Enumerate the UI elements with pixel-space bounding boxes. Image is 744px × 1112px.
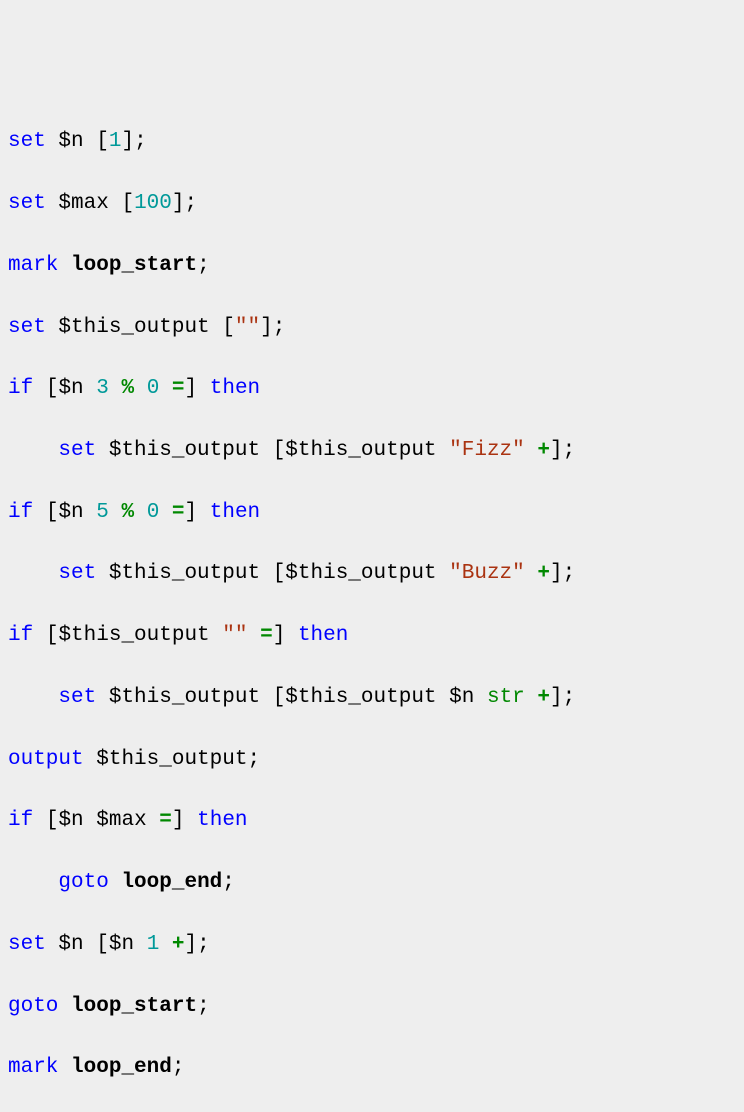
- code-line-6: set $this_output [$this_output "Fizz" +]…: [8, 436, 736, 467]
- keyword-goto: goto: [58, 871, 108, 894]
- code-line-13: goto loop_end;: [8, 868, 736, 899]
- keyword-set: set: [8, 130, 46, 153]
- label-loop-end: loop_end: [121, 871, 222, 894]
- keyword-then: then: [210, 377, 260, 400]
- code-line-10: set $this_output [$this_output $n str +]…: [8, 683, 736, 714]
- semicolon: ;: [134, 130, 147, 153]
- bracket-open: [: [96, 130, 109, 153]
- code-line-11: output $this_output;: [8, 745, 736, 776]
- code-line-16: mark loop_end;: [8, 1053, 736, 1084]
- var-this-output: $this_output: [58, 316, 209, 339]
- string-empty: "": [235, 316, 260, 339]
- code-line-4: set $this_output [""];: [8, 313, 736, 344]
- fn-str: str: [487, 686, 525, 709]
- label-loop-start: loop_start: [71, 254, 197, 277]
- num-0: 0: [147, 377, 160, 400]
- bracket-close: ]: [121, 130, 134, 153]
- code-line-9: if [$this_output "" =] then: [8, 621, 736, 652]
- keyword-output: output: [8, 748, 84, 771]
- num-5: 5: [96, 501, 109, 524]
- num-1: 1: [109, 130, 122, 153]
- op-plus: +: [537, 439, 550, 462]
- code-line-7: if [$n 5 % 0 =] then: [8, 498, 736, 529]
- code-line-15: goto loop_start;: [8, 992, 736, 1023]
- code-line-2: set $max [100];: [8, 189, 736, 220]
- keyword-mark: mark: [8, 254, 58, 277]
- num-100: 100: [134, 192, 172, 215]
- var-n: $n: [58, 130, 83, 153]
- op-eq: =: [172, 377, 185, 400]
- num-3: 3: [96, 377, 109, 400]
- string-buzz: "Buzz": [449, 562, 525, 585]
- code-line-8: set $this_output [$this_output "Buzz" +]…: [8, 559, 736, 590]
- string-fizz: "Fizz": [449, 439, 525, 462]
- code-line-14: set $n [$n 1 +];: [8, 930, 736, 961]
- var-max: $max: [58, 192, 108, 215]
- keyword-if: if: [8, 377, 33, 400]
- code-line-1: set $n [1];: [8, 127, 736, 158]
- code-line-12: if [$n $max =] then: [8, 806, 736, 837]
- code-line-5: if [$n 3 % 0 =] then: [8, 374, 736, 405]
- op-mod: %: [121, 377, 134, 400]
- code-line-3: mark loop_start;: [8, 251, 736, 282]
